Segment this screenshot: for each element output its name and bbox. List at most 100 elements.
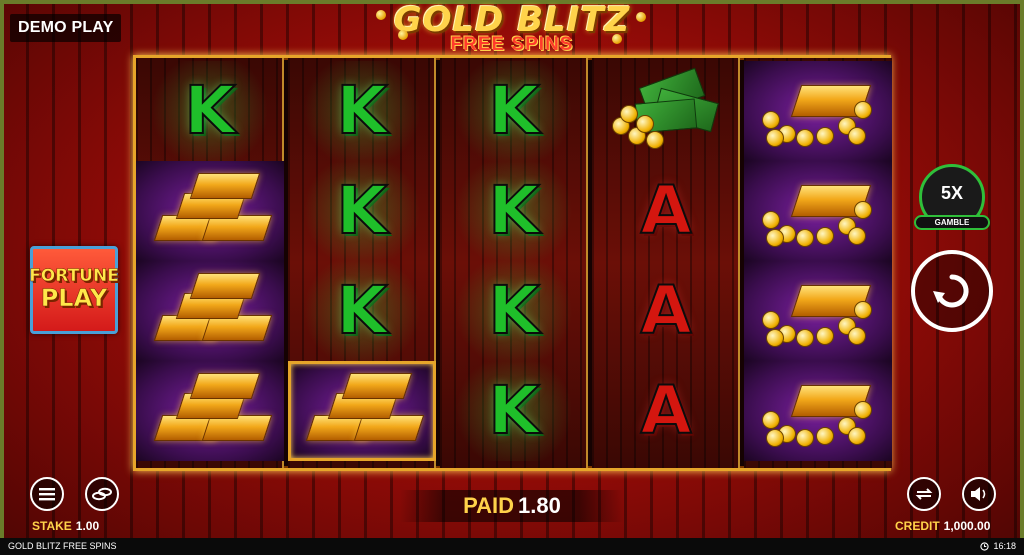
gold-coin (766, 229, 784, 247)
autoplay-button[interactable] (907, 477, 941, 511)
reel-2: KKK (288, 58, 436, 468)
credit-display: CREDIT 1,000.00 (895, 519, 990, 533)
footer-game-name: GOLD BLITZ FREE SPINS (8, 541, 117, 551)
gold-coin (848, 227, 866, 245)
gamble-multiplier: 5X (940, 182, 964, 203)
reel-4-cell-2: A (592, 161, 740, 261)
gold-bar-coins-art (758, 171, 878, 251)
reel-5-cell-2 (744, 161, 892, 261)
gold-bar-coins-art (758, 71, 878, 151)
gold-coin (762, 311, 780, 329)
gold-coin (796, 229, 814, 247)
gold-coin (766, 129, 784, 147)
symbol-k: K (335, 72, 388, 149)
coin-decoration (376, 10, 386, 20)
reel-2-cell-4 (288, 361, 436, 461)
stake-value: 1.00 (75, 519, 100, 533)
speaker-icon (971, 487, 986, 501)
stake-button[interactable] (85, 477, 119, 511)
reel-5-cell-1 (744, 61, 892, 161)
gold-coin (816, 127, 834, 145)
coin-decoration (612, 34, 622, 44)
symbol-k: K (487, 372, 540, 449)
autoplay-icon (915, 488, 933, 500)
gold-coin (848, 327, 866, 345)
reel-4: AAA (592, 58, 740, 468)
stake-display: STAKE 1.00 (32, 519, 99, 533)
reel-3-cell-4: K (440, 361, 588, 461)
gold-bar (341, 373, 413, 399)
menu-button[interactable] (30, 477, 64, 511)
gold-bars-art (302, 371, 425, 451)
gold-bars-art (150, 171, 273, 251)
reel-2-cell-1: K (288, 61, 436, 161)
menu-icon (39, 488, 55, 501)
gold-coin (796, 129, 814, 147)
reel-5-cell-4 (744, 361, 892, 461)
coin-decoration (398, 30, 408, 40)
gold-coin (620, 105, 638, 123)
gold-coin (848, 127, 866, 145)
reel-grid: KKKKKKKKAAA (133, 55, 892, 471)
gold-coin (636, 115, 654, 133)
paid-display: PAID 1.80 (400, 490, 624, 522)
reel-4-cell-1 (592, 61, 740, 161)
gold-coin (762, 111, 780, 129)
stake-label: STAKE (32, 519, 72, 533)
credit-value: 1,000.00 (943, 519, 991, 533)
gold-coin (796, 429, 814, 447)
sound-button[interactable] (962, 477, 996, 511)
coin-decoration (636, 12, 646, 22)
reel-5-cell-3 (744, 261, 892, 361)
symbol-a: A (639, 172, 692, 249)
symbol-k: K (335, 172, 388, 249)
reel-3-cell-1: K (440, 61, 588, 161)
symbol-k: K (487, 172, 540, 249)
footer-time: 16:18 (993, 541, 1016, 551)
gold-coin (848, 427, 866, 445)
gold-bar (189, 173, 261, 199)
reel-3-cell-2: K (440, 161, 588, 261)
gold-coin (854, 401, 872, 419)
spin-arrow-icon (933, 274, 969, 308)
gold-coin (854, 201, 872, 219)
stake-coins-icon (92, 487, 112, 501)
reel-4-cell-4: A (592, 361, 740, 461)
gold-bar (189, 273, 261, 299)
gold-coin (766, 429, 784, 447)
paid-label: PAID (463, 493, 515, 518)
reel-3-cell-3: K (440, 261, 588, 361)
reel-1: K (136, 58, 284, 468)
reel-2-cell-3: K (288, 261, 436, 361)
reel-1-cell-3 (136, 261, 284, 361)
symbol-k: K (183, 72, 236, 149)
symbol-k: K (487, 72, 540, 149)
spin-button[interactable] (911, 250, 993, 332)
gold-coin (854, 101, 872, 119)
symbol-a: A (639, 372, 692, 449)
reel-4-cell-3: A (592, 261, 740, 361)
symbol-k: K (487, 272, 540, 349)
fortune-play-line2: PLAY (40, 284, 108, 313)
symbol-k: K (335, 272, 388, 349)
gold-coin (796, 329, 814, 347)
clock-icon (980, 542, 990, 551)
gold-coin (762, 211, 780, 229)
fortune-play-button[interactable]: FORTUNE PLAY (29, 246, 119, 334)
cash-stack-art (606, 67, 726, 151)
gold-bar (189, 373, 261, 399)
symbol-a: A (639, 272, 692, 349)
footer-bar: GOLD BLITZ FREE SPINS 16:18 (0, 538, 1024, 555)
gold-bar-coins-art (758, 371, 878, 451)
reel-1-cell-1: K (136, 61, 284, 161)
reel-3: KKKK (440, 58, 588, 468)
paid-value: 1.80 (518, 493, 561, 518)
gamble-label: GAMBLE (914, 215, 990, 230)
gold-bar-coins-art (758, 271, 878, 351)
footer-clock: 16:18 (980, 538, 1016, 555)
reel-1-cell-4 (136, 361, 284, 461)
gold-coin (762, 411, 780, 429)
gold-bars-art (150, 371, 273, 451)
demo-play-badge: DEMO PLAY (10, 14, 122, 42)
reel-5 (744, 58, 892, 468)
